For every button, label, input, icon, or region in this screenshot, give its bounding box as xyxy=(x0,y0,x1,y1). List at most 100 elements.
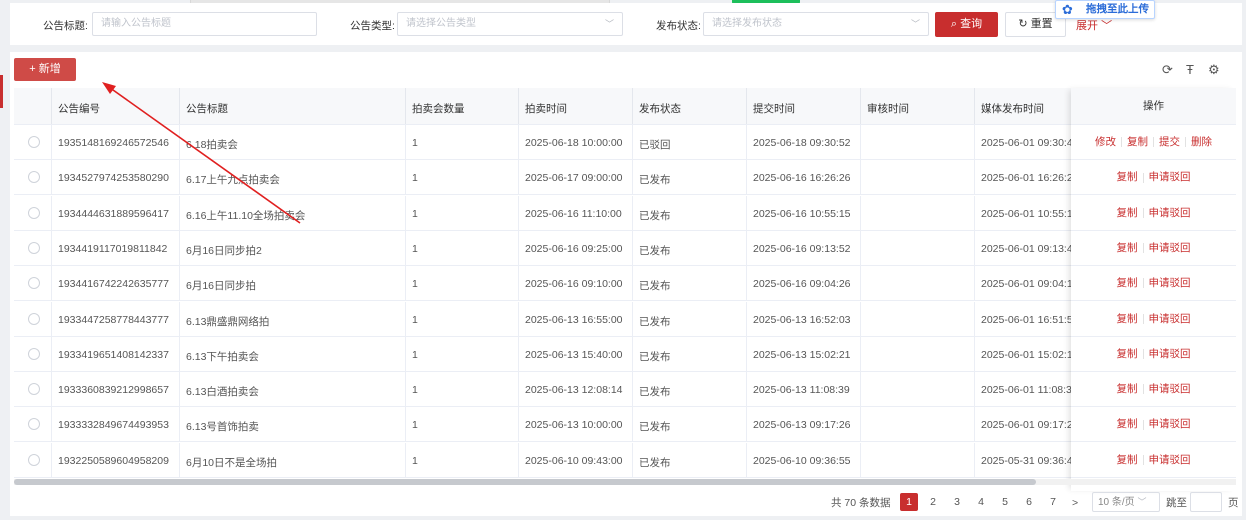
page-3-button[interactable]: 3 xyxy=(948,493,966,511)
cell-auction-time: 2025-06-10 09:43:00 xyxy=(525,454,623,467)
settings-icon[interactable]: ⚙ xyxy=(1208,62,1220,78)
table-row[interactable]: 1933360839212998657 6.13白酒拍卖会 1 2025-06-13 … xyxy=(14,372,1236,408)
cell-count: 1 xyxy=(412,207,418,220)
op-link[interactable]: 申请驳回 xyxy=(1149,171,1191,183)
next-page-button[interactable]: > xyxy=(1072,494,1078,512)
cell-auction-time: 2025-06-13 12:08:14 xyxy=(525,384,623,397)
op-separator xyxy=(1142,384,1144,395)
page-2-button[interactable]: 2 xyxy=(924,493,942,511)
cell-submit-time: 2025-06-13 15:02:21 xyxy=(753,348,851,361)
cell-title: 6月10日不是全场拍 xyxy=(186,456,278,469)
row-radio[interactable] xyxy=(28,418,40,431)
op-link[interactable]: 提交 xyxy=(1159,136,1180,148)
row-radio[interactable] xyxy=(28,347,40,360)
op-link[interactable]: 申请驳回 xyxy=(1149,418,1191,430)
ops-cell: 复制 申请驳回 xyxy=(1071,266,1236,302)
reset-button-label: 重置 xyxy=(1030,18,1053,30)
op-link[interactable]: 申请驳回 xyxy=(1149,242,1191,254)
cell-divider xyxy=(746,407,747,443)
table-row[interactable]: 1934419117019811842 6月16日同步拍2 1 2025-06-16 … xyxy=(14,230,1236,266)
op-link[interactable]: 复制 xyxy=(1117,418,1138,430)
table-row[interactable]: 1932250589604958209 6月10日不是全场拍 1 2025-06-10… xyxy=(14,442,1236,478)
cell-submit-time: 2025-06-16 16:26:26 xyxy=(753,172,851,185)
table-row[interactable]: 1935148169246572546 6.18拍卖会 1 2025-06-18 10… xyxy=(14,125,1236,160)
table-row[interactable]: 1933419651408142337 6.13下午拍卖会 1 2025-06-13 … xyxy=(14,336,1236,372)
op-link[interactable]: 删除 xyxy=(1191,136,1212,148)
op-link[interactable]: 修改 xyxy=(1095,136,1116,148)
horizontal-scrollbar[interactable] xyxy=(14,479,1236,485)
row-radio[interactable] xyxy=(28,171,40,184)
cell-divider xyxy=(746,336,747,372)
cell-media-time: 2025-06-01 09:30:4 xyxy=(981,137,1072,149)
page-6-button[interactable]: 6 xyxy=(1020,493,1038,511)
cell-submit-time: 2025-06-13 16:52:03 xyxy=(753,313,851,326)
scrollbar-thumb[interactable] xyxy=(14,479,1036,485)
op-link[interactable]: 申请驳回 xyxy=(1149,348,1191,360)
op-link[interactable]: 申请驳回 xyxy=(1149,454,1191,466)
table-header: 公告编号 公告标题 拍卖会数量 拍卖时间 发布状态 提交时间 审核时间 媒体发布… xyxy=(14,88,1236,125)
row-radio[interactable] xyxy=(28,206,40,219)
cell-divider xyxy=(860,301,861,337)
row-radio[interactable] xyxy=(28,383,40,396)
op-link[interactable]: 复制 xyxy=(1117,348,1138,360)
op-link[interactable]: 复制 xyxy=(1117,207,1138,219)
page-1-button[interactable]: 1 xyxy=(900,493,918,511)
table-row[interactable]: 1934527974253580290 6.17上午九点拍卖会 1 2025-06-1… xyxy=(14,160,1236,196)
cell-divider xyxy=(518,336,519,372)
cell-media-time: 2025-06-01 09:13:4 xyxy=(981,242,1072,255)
cell-divider xyxy=(51,195,52,231)
cell-divider xyxy=(405,160,406,196)
refresh-icon[interactable]: ⟳ xyxy=(1162,62,1173,78)
type-filter-select[interactable]: 请选择公告类型 ﹀ xyxy=(397,12,623,36)
upload-badge[interactable]: ✿ 拖拽至此上传 xyxy=(1055,0,1155,19)
cell-divider xyxy=(518,195,519,231)
table-row[interactable]: 1934444631889596417 6.16上午11.10全场拍卖会 1 2025… xyxy=(14,195,1236,231)
row-radio[interactable] xyxy=(28,277,40,290)
add-button[interactable]: + 新增 xyxy=(14,58,76,81)
page-5-button[interactable]: 5 xyxy=(996,493,1014,511)
page-7-button[interactable]: 7 xyxy=(1044,493,1062,511)
row-radio[interactable] xyxy=(28,241,40,254)
op-link[interactable]: 复制 xyxy=(1117,383,1138,395)
op-separator xyxy=(1142,349,1144,360)
table-row[interactable]: 1933332849674493953 6.13号首饰拍卖 1 2025-06-13 … xyxy=(14,407,1236,443)
page-4-button[interactable]: 4 xyxy=(972,493,990,511)
status-filter-select[interactable]: 请选择发布状态 ﹀ xyxy=(703,12,929,36)
cell-divider xyxy=(860,372,861,408)
op-link[interactable]: 申请驳回 xyxy=(1149,383,1191,395)
row-radio[interactable] xyxy=(28,453,40,466)
op-link[interactable]: 申请驳回 xyxy=(1149,313,1191,325)
cell-divider xyxy=(632,125,633,160)
cell-divider xyxy=(405,125,406,160)
cell-submit-time: 2025-06-13 11:08:39 xyxy=(753,384,850,397)
type-filter-placeholder: 请选择公告类型 xyxy=(406,18,476,29)
page-size-select[interactable]: 10 条/页 ﹀ xyxy=(1092,492,1160,512)
op-link[interactable]: 复制 xyxy=(1127,136,1148,148)
cell-id: 1933332849674493953 xyxy=(58,419,169,432)
column-height-icon[interactable]: Ŧ xyxy=(1186,62,1194,77)
op-link[interactable]: 复制 xyxy=(1117,454,1138,466)
table-row[interactable]: 1933447258778443777 6.13鼎盛鼎网络拍 1 2025-06-13… xyxy=(14,301,1236,337)
cell-divider xyxy=(405,195,406,231)
cell-divider xyxy=(51,266,52,302)
cell-divider xyxy=(746,442,747,478)
op-separator xyxy=(1153,137,1154,148)
op-link[interactable]: 复制 xyxy=(1117,242,1138,254)
row-radio[interactable] xyxy=(28,312,40,325)
goto-page-input[interactable] xyxy=(1190,492,1222,512)
op-link[interactable]: 复制 xyxy=(1117,277,1138,289)
op-link[interactable]: 复制 xyxy=(1117,171,1138,183)
col-header-ops: 操作 xyxy=(1071,88,1236,125)
expand-toggle[interactable]: 展开 ﹀ xyxy=(1076,17,1112,33)
cell-submit-time: 2025-06-16 09:13:52 xyxy=(753,242,851,255)
row-radio[interactable] xyxy=(28,136,40,148)
op-link[interactable]: 复制 xyxy=(1117,313,1138,325)
query-button[interactable]: ⌕ 查询 xyxy=(935,12,998,37)
cell-title: 6.13鼎盛鼎网络拍 xyxy=(186,315,270,328)
cell-divider xyxy=(974,195,975,231)
cell-divider xyxy=(860,160,861,196)
table-row[interactable]: 1934416742242635777 6月16日同步拍 1 2025-06-16 0… xyxy=(14,266,1236,302)
op-link[interactable]: 申请驳回 xyxy=(1149,277,1191,289)
title-filter-input[interactable]: 请输入公告标题 xyxy=(92,12,317,36)
op-link[interactable]: 申请驳回 xyxy=(1149,207,1191,219)
